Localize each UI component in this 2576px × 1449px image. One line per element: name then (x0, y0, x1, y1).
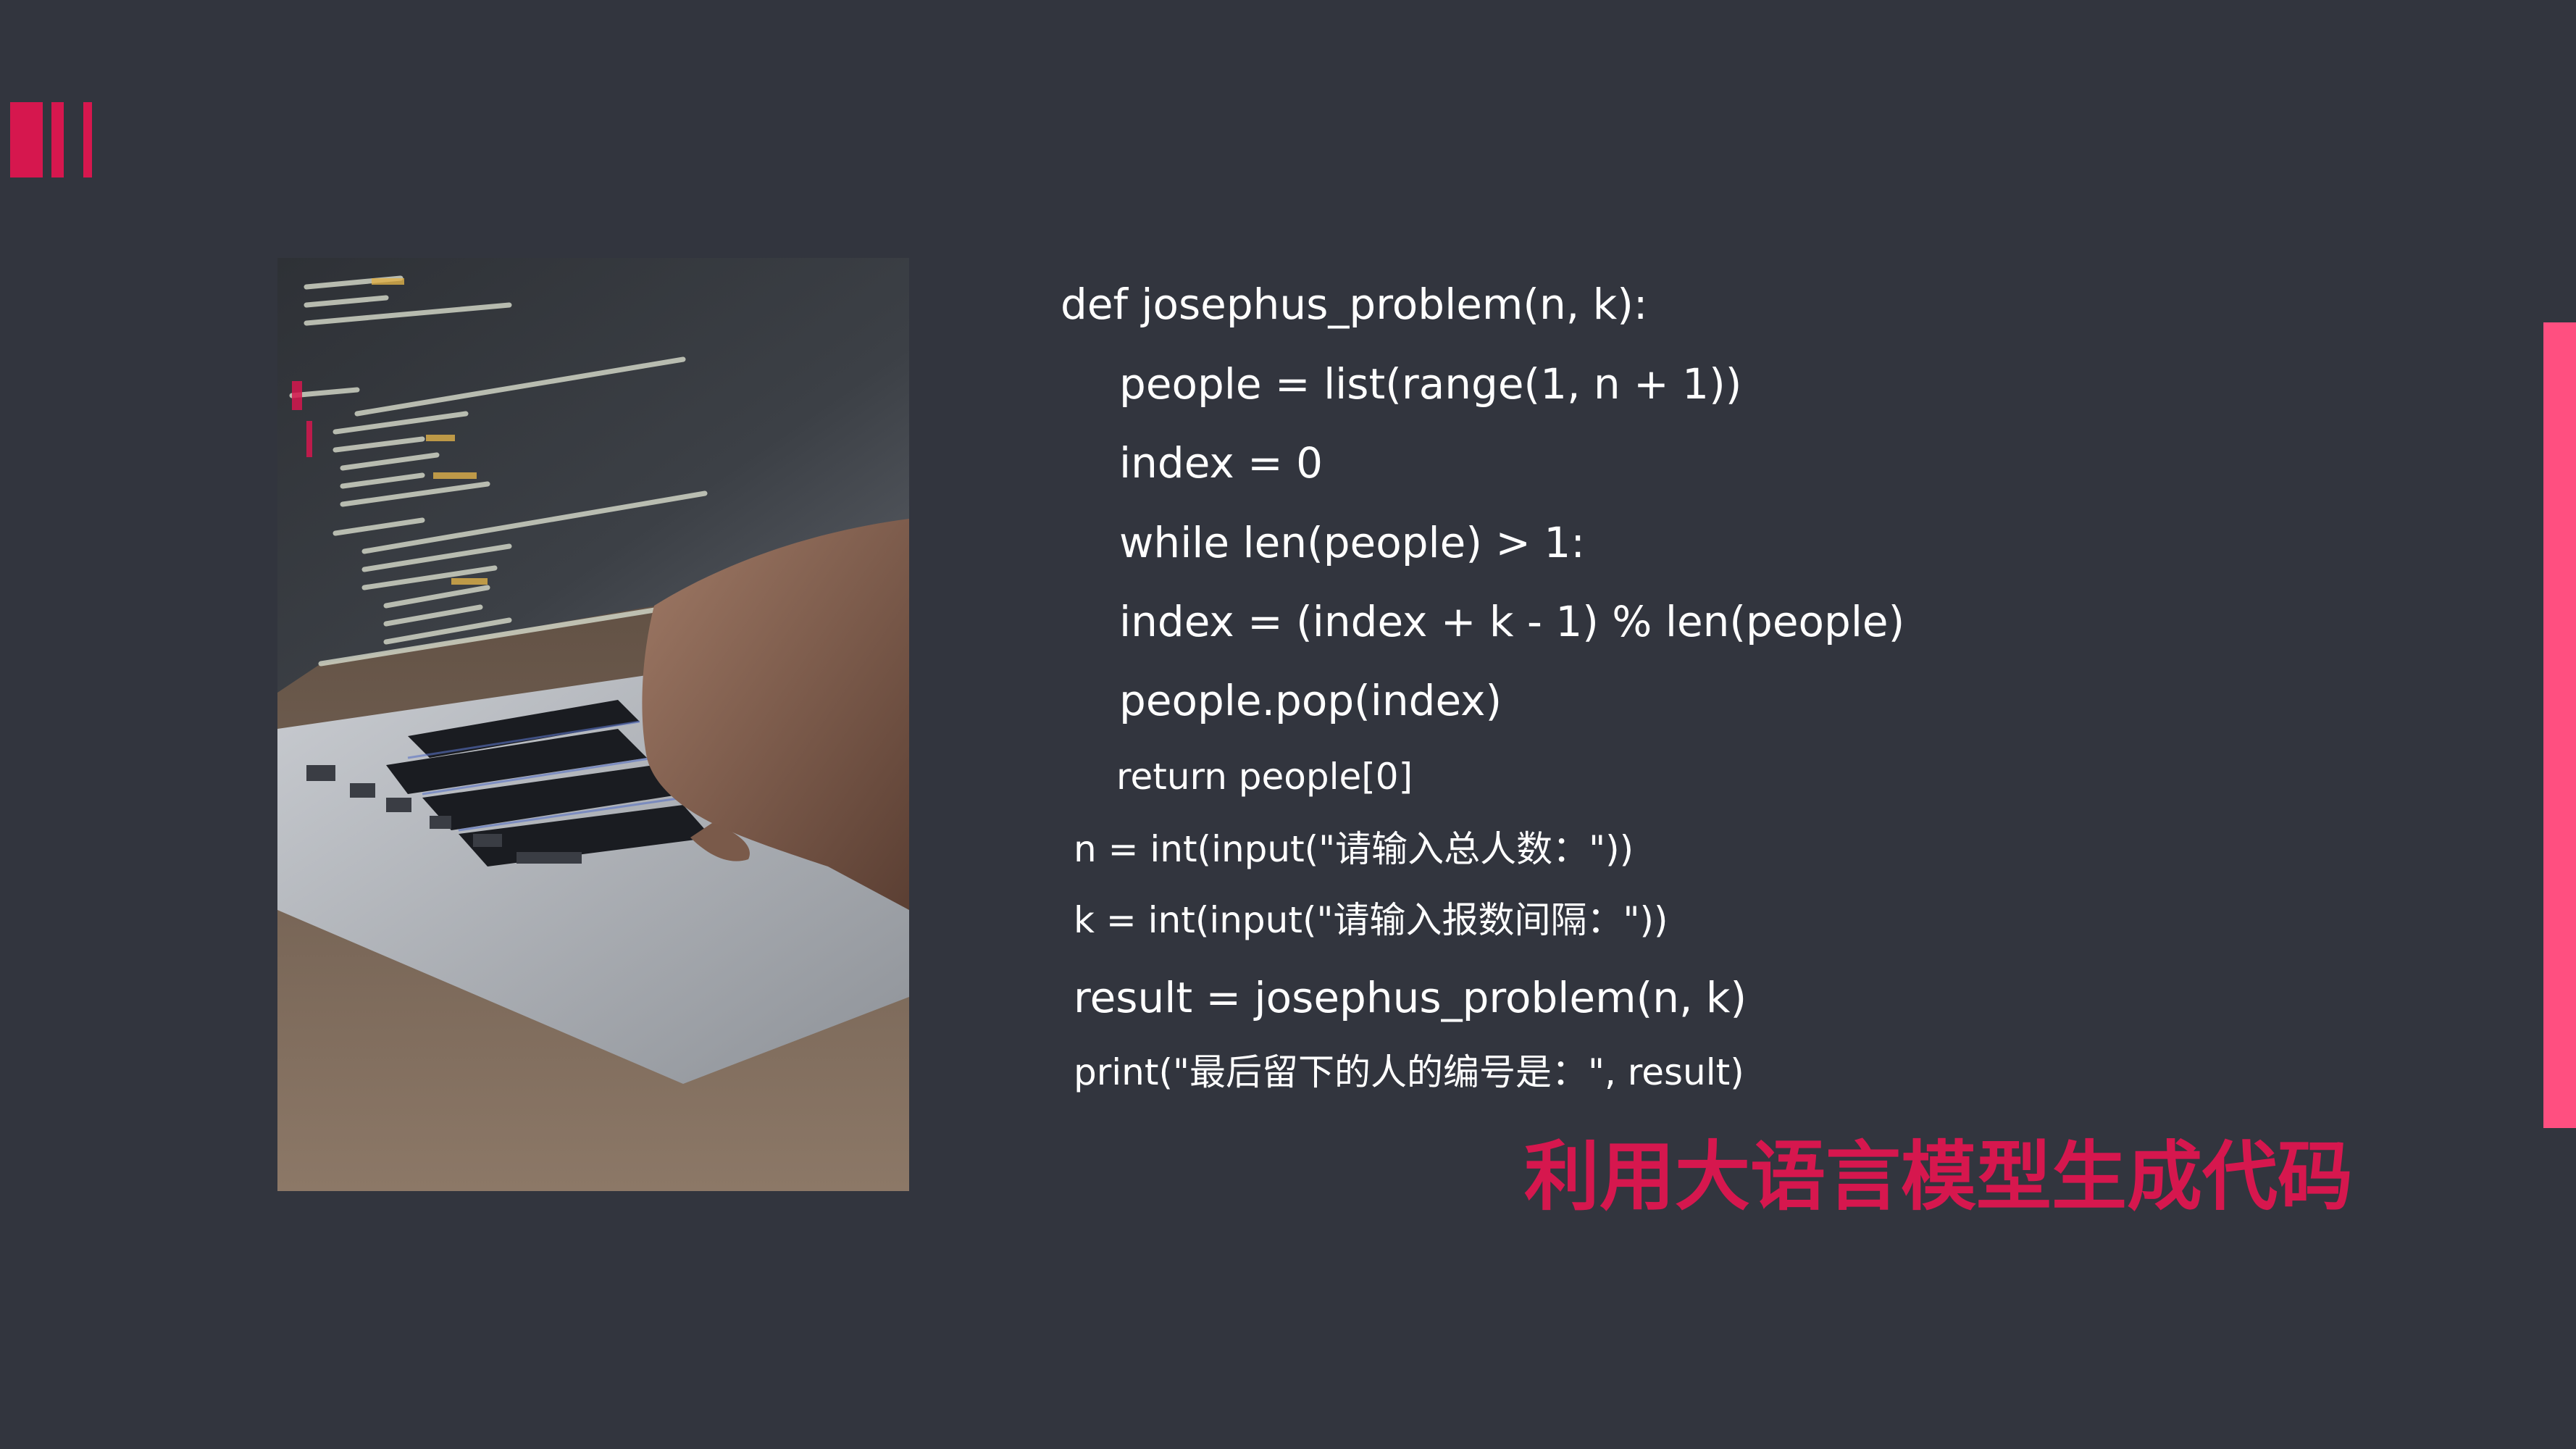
code-line-7: return people[0] (1116, 756, 1413, 798)
code-line-11: print("最后留下的人的编号是：", result) (1074, 1051, 1744, 1093)
slide-headline: 利用大语言模型生成代码 (1524, 1132, 2354, 1221)
code-line-5: index = (index + k - 1) % len(people) (1119, 597, 1905, 646)
code-line-8: n = int(input("请输入总人数：")) (1074, 828, 1634, 870)
code-line-1: def josephus_problem(n, k): (1061, 280, 1648, 329)
code-line-4: while len(people) > 1: (1119, 518, 1585, 567)
code-line-3: index = 0 (1119, 438, 1323, 488)
code-snippet: def josephus_problem(n, k): people = lis… (0, 0, 2576, 1449)
code-line-2: people = list(range(1, n + 1)) (1119, 359, 1742, 409)
code-line-6: people.pop(index) (1119, 676, 1502, 725)
code-line-9: k = int(input("请输入报数间隔：")) (1074, 899, 1668, 941)
code-line-10: result = josephus_problem(n, k) (1074, 973, 1747, 1022)
